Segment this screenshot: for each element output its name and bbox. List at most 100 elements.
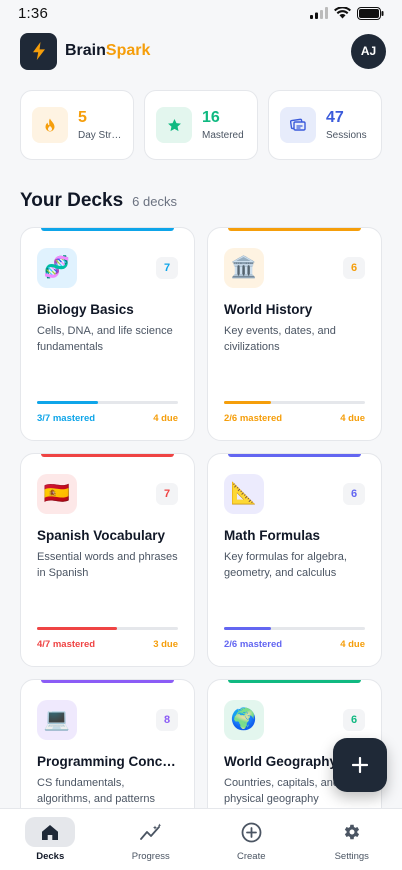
stat-value-mastered: 16 <box>202 109 220 126</box>
plus-icon <box>352 757 368 773</box>
deck-title: Programming Concepts <box>37 754 178 769</box>
deck-progress-bar <box>224 627 365 630</box>
plus-circle-icon <box>226 817 276 847</box>
nav-label: Decks <box>36 851 65 862</box>
deck-description: CS fundamentals, algorithms, and pattern… <box>37 777 156 805</box>
deck-progress-fill <box>37 401 98 404</box>
stat-value-streak: 5 <box>78 109 87 126</box>
deck-count: 6 decks <box>132 194 177 209</box>
decks-section-header: Your Decks 6 decks <box>0 190 402 212</box>
brand-name-part1: Brain <box>65 42 106 59</box>
status-bar: 1:36 <box>0 0 402 26</box>
stat-card-streak: 5 Day Streak <box>20 90 134 160</box>
status-icons <box>310 6 384 20</box>
brand: BrainSpark <box>20 32 150 70</box>
deck-title: Biology Basics <box>37 302 134 317</box>
deck-progress-fill <box>224 627 271 630</box>
deck-card-history[interactable]: 🏛️ 6 World History Key events, dates, an… <box>207 227 382 441</box>
card-count-badge: 8 <box>156 709 178 731</box>
deck-card-biology[interactable]: 🧬 7 Biology Basics Cells, DNA, and life … <box>20 227 195 441</box>
stat-card-mastered: 16 Mastered <box>144 90 258 160</box>
section-title: Your Decks <box>20 190 124 211</box>
nav-decks[interactable]: Decks <box>0 809 101 870</box>
nav-settings[interactable]: Settings <box>302 809 402 870</box>
card-count-badge: 6 <box>343 483 365 505</box>
deck-accent-bar <box>41 228 174 231</box>
stat-label-mastered: Mastered <box>202 130 244 141</box>
deck-card-spanish[interactable]: 🇪🇸 7 Spanish Vocabulary Essential words … <box>20 453 195 667</box>
brand-name: BrainSpark <box>65 42 150 60</box>
nav-label: Settings <box>334 851 369 862</box>
deck-description: Cells, DNA, and life science fundamental… <box>37 325 173 353</box>
add-deck-button[interactable] <box>333 738 387 792</box>
deck-progress-bar <box>37 627 178 630</box>
deck-due: 4 due <box>153 413 178 424</box>
deck-footer: 2/6 mastered 4 due <box>224 413 365 424</box>
brand-name-part2: Spark <box>105 42 151 59</box>
deck-title: World History <box>224 302 313 317</box>
deck-due: 4 due <box>340 639 365 650</box>
nav-label: Progress <box>131 851 170 862</box>
battery-icon <box>357 6 384 20</box>
wifi-icon <box>334 7 351 19</box>
stat-card-sessions: 47 Sessions <box>268 90 382 160</box>
gear-icon <box>327 817 377 847</box>
deck-accent-bar <box>228 228 361 231</box>
deck-progress-fill <box>37 627 118 630</box>
nav-progress[interactable]: Progress <box>101 809 202 870</box>
nav-label: Create <box>236 851 266 862</box>
app-header: BrainSpark AJ <box>0 26 402 76</box>
deck-footer: 4/7 mastered 3 due <box>37 639 178 650</box>
deck-due: 3 due <box>153 639 178 650</box>
deck-title: Math Formulas <box>224 528 321 543</box>
deck-mastered: 2/6 mastered <box>224 639 283 650</box>
flame-icon <box>32 107 68 143</box>
deck-row: 💻 8 <box>37 700 178 740</box>
deck-accent-bar <box>41 454 174 457</box>
museum-icon: 🏛️ <box>224 248 264 288</box>
card-count-badge: 7 <box>156 483 178 505</box>
avatar[interactable]: AJ <box>351 33 386 69</box>
card-count-badge: 6 <box>343 257 365 279</box>
card-count-badge: 6 <box>343 709 365 731</box>
deck-row: 🏛️ 6 <box>224 248 365 288</box>
status-time: 1:36 <box>18 4 48 22</box>
deck-due: 4 due <box>340 413 365 424</box>
stat-text: 5 Day Streak <box>78 109 123 141</box>
deck-row: 🇪🇸 7 <box>37 474 178 514</box>
stat-text: 47 Sessions <box>326 109 367 141</box>
deck-title: Spanish Vocabulary <box>37 528 166 543</box>
deck-description: Essential words and phrases in Spanish <box>37 551 178 579</box>
stat-value-sessions: 47 <box>326 109 344 126</box>
lightning-logo-icon <box>20 32 57 70</box>
deck-row: 🌍 6 <box>224 700 365 740</box>
deck-accent-bar <box>41 680 174 683</box>
deck-description: Key events, dates, and civilizations <box>224 325 336 353</box>
globe-icon: 🌍 <box>224 700 264 740</box>
deck-progress-bar <box>224 401 365 404</box>
cards-icon <box>280 107 316 143</box>
deck-progress-bar <box>37 401 178 404</box>
card-count-badge: 7 <box>156 257 178 279</box>
bottom-nav: Decks Progress Create Settings <box>0 808 402 870</box>
star-icon <box>156 107 192 143</box>
deck-mastered: 2/6 mastered <box>224 413 283 424</box>
deck-accent-bar <box>228 680 361 683</box>
laptop-icon: 💻 <box>37 700 77 740</box>
dna-icon: 🧬 <box>37 248 77 288</box>
deck-card-math[interactable]: 📐 6 Math Formulas Key formulas for algeb… <box>207 453 382 667</box>
home-icon <box>25 817 76 847</box>
ruler-icon: 📐 <box>224 474 264 514</box>
nav-create[interactable]: Create <box>201 809 302 870</box>
signal-icon <box>310 7 328 19</box>
deck-accent-bar <box>228 454 361 457</box>
deck-row: 📐 6 <box>224 474 365 514</box>
deck-footer: 2/6 mastered 4 due <box>224 639 365 650</box>
deck-footer: 3/7 mastered 4 due <box>37 413 178 424</box>
stat-label-sessions: Sessions <box>326 130 367 141</box>
stat-label-streak: Day Streak <box>78 130 123 141</box>
deck-description: Key formulas for algebra, geometry, and … <box>224 551 347 579</box>
spain-flag-icon: 🇪🇸 <box>37 474 77 514</box>
stats-row: 5 Day Streak 16 Mastered 47 Sessions <box>0 90 402 160</box>
deck-mastered: 4/7 mastered <box>37 639 96 650</box>
